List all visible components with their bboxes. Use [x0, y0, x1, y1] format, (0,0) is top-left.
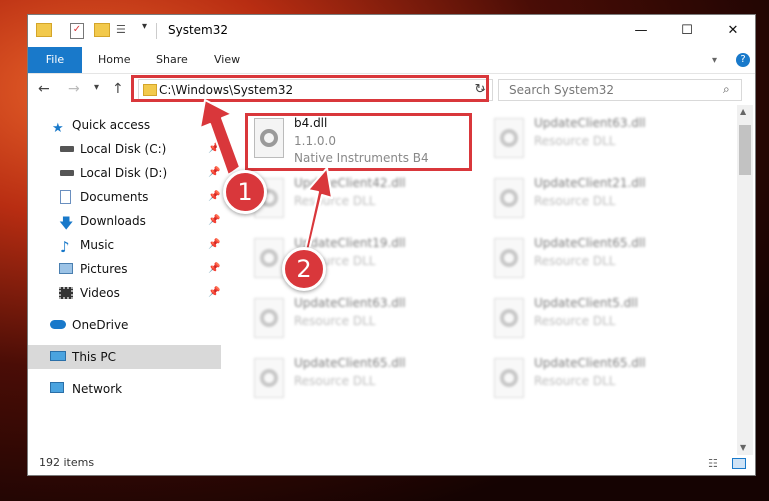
annotation-arrows [199, 99, 333, 264]
arrow-1 [199, 99, 241, 176]
step-2-badge: 2 [282, 247, 326, 291]
step-1-badge: 1 [223, 170, 267, 214]
